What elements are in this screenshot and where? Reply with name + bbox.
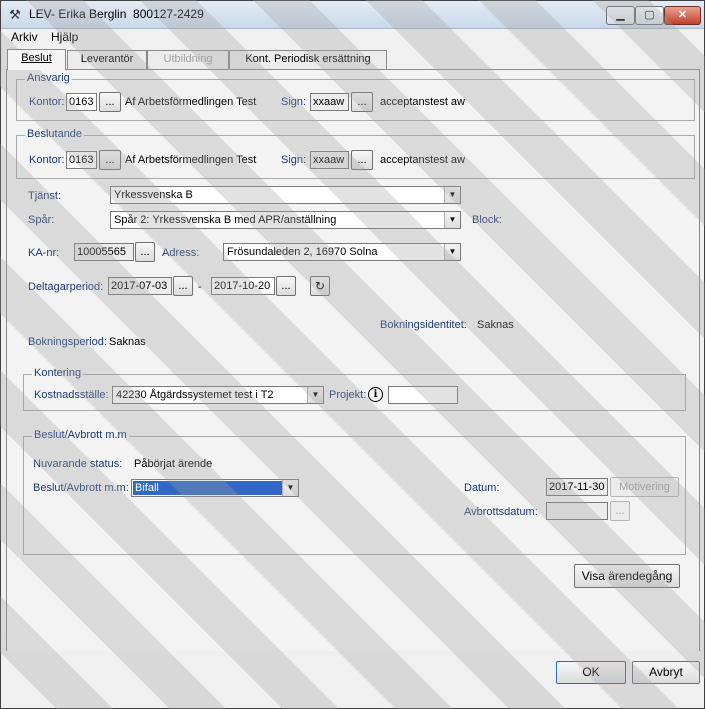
beslutande-kontor-name: Af Arbetsförmedlingen Test [125,154,257,166]
beslut-avbrott-label: Beslut/Avbrott m.m: [33,482,129,494]
bokningsperiod-value: Saknas [109,336,146,348]
kostnadsstalle-select[interactable]: 42230 Åtgärdssystemet test i T2 ▼ [112,386,324,404]
block-label: Block: [472,214,502,226]
application-window: ⚒ LEV- Erika Berglin 800127-2429 ▁ ▢ ✕ A… [0,0,705,709]
deltagarperiod-from-browse-button[interactable]: ... [173,276,193,296]
deltagarperiod-label: Deltagarperiod: [28,281,104,293]
beslutande-kontor-field[interactable]: 0163 [66,151,97,169]
menu-hjalp[interactable]: Hjälp [51,30,78,44]
nuvarande-status-label: Nuvarande status: [33,458,123,470]
kostnadsstalle-label: Kostnadsställe: [34,389,109,401]
beslutande-legend: Beslutande [25,128,85,140]
ansvarig-kontor-label: Kontor: [29,96,65,108]
chevron-down-icon: ▼ [282,480,298,496]
projekt-field[interactable] [388,386,458,404]
adress-select[interactable]: Frösundaleden 2, 16970 Solna ▼ [223,243,461,261]
bokningsperiod-label: Bokningsperiod: [28,336,107,348]
bokningsidentitet-value: Saknas [477,319,514,331]
ansvarig-sign-name: acceptanstest aw [380,96,465,108]
deltagarperiod-from-field[interactable]: 2017-07-03 [108,277,172,295]
beslutande-kontor-label: Kontor: [29,154,65,166]
tab-leverantor[interactable]: Leverantör [67,50,147,69]
adress-label: Adress: [162,247,200,259]
menu-bar: Arkiv Hjälp [1,29,704,46]
deltagarperiod-to-browse-button[interactable]: ... [276,276,296,296]
deltagarperiod-dash: - [198,281,202,293]
beslutande-sign-field[interactable]: xxaaw [310,151,349,169]
deltagarperiod-to-field[interactable]: 2017-10-20 [211,277,275,295]
beslut-avbrott-legend: Beslut/Avbrott m.m [32,429,129,441]
close-button[interactable]: ✕ [664,6,701,25]
refresh-button[interactable]: ↻ [310,276,330,296]
beslutande-kontor-browse-button[interactable]: ... [99,150,121,170]
beslutande-sign-browse-button[interactable]: ... [351,150,373,170]
ansvarig-kontor-name: Af Arbetsförmedlingen Test [125,96,257,108]
ansvarig-group: Ansvarig Kontor: 0163 ... Af Arbetsförme… [16,72,695,121]
beslutande-sign-name: acceptanstest aw [380,154,465,166]
menu-arkiv[interactable]: Arkiv [11,30,38,44]
info-icon[interactable]: i [368,387,383,402]
tab-utbildning: Utbildning [147,50,229,69]
chevron-down-icon: ▼ [444,212,460,228]
ansvarig-kontor-field[interactable]: 0163 [66,93,97,111]
motivering-button[interactable]: Motivering [610,477,679,497]
maximize-button[interactable]: ▢ [635,6,664,25]
beslut-avbrott-group: Beslut/Avbrott m.m Nuvarande status: Påb… [23,429,686,555]
title-bar[interactable]: ⚒ LEV- Erika Berglin 800127-2429 ▁ ▢ ✕ [1,1,704,29]
beslutande-group: Beslutande Kontor: 0163 ... Af Arbetsför… [16,128,695,179]
refresh-icon: ↻ [314,279,326,293]
avbryt-button[interactable]: Avbryt [632,661,700,684]
datum-label: Datum: [464,482,500,494]
chevron-down-icon: ▼ [444,244,460,260]
ka-browse-button[interactable]: ... [135,242,155,262]
beslut-avbrott-select[interactable]: Bifall ▼ [131,479,299,497]
ok-button[interactable]: OK [556,661,626,684]
spar-select[interactable]: Spår 2: Yrkessvenska B med APR/anställni… [110,211,461,229]
tjanst-label: Tjänst: [28,190,62,202]
minimize-button[interactable]: ▁ [606,6,635,25]
datum-field[interactable]: 2017-11-30 [546,478,608,496]
chevron-down-icon: ▼ [444,187,460,203]
avbrottsdatum-label: Avbrottsdatum: [464,506,538,518]
kontering-group: Kontering Kostnadsställe: 42230 Åtgärdss… [23,367,686,411]
bottom-bar: OK Avbryt [1,651,704,708]
window-title: LEV- Erika Berglin 800127-2429 [29,7,204,21]
ansvarig-sign-field[interactable]: xxaaw [310,93,349,111]
bokningsidentitet-label: Bokningsidentitet: [380,319,467,331]
avbrottsdatum-browse-button[interactable]: ... [610,501,630,521]
spar-label: Spår: [28,214,55,226]
tab-panel-beslut: Ansvarig Kontor: 0163 ... Af Arbetsförme… [6,69,700,653]
projekt-label: Projekt: [329,389,367,401]
kontering-legend: Kontering [32,367,84,379]
ansvarig-legend: Ansvarig [25,72,72,84]
gavel-icon: ⚒ [9,7,21,22]
ansvarig-sign-browse-button[interactable]: ... [351,92,373,112]
ansvarig-sign-label: Sign: [281,96,307,108]
beslutande-sign-label: Sign: [281,154,307,166]
nuvarande-status-value: Påbörjat ärende [134,458,213,470]
chevron-down-icon: ▼ [307,387,323,403]
tab-beslut[interactable]: Beslut [7,49,66,70]
ka-label: KA-nr: [28,247,60,259]
avbrottsdatum-field[interactable] [546,502,608,520]
ka-field[interactable]: 10005565 [74,243,134,261]
tab-kont-periodisk[interactable]: Kont. Periodisk ersättning [229,50,387,69]
visa-arendegang-button[interactable]: Visa ärendegång [574,564,680,588]
ansvarig-kontor-browse-button[interactable]: ... [99,92,121,112]
tjanst-select[interactable]: Yrkessvenska B ▼ [110,186,461,204]
